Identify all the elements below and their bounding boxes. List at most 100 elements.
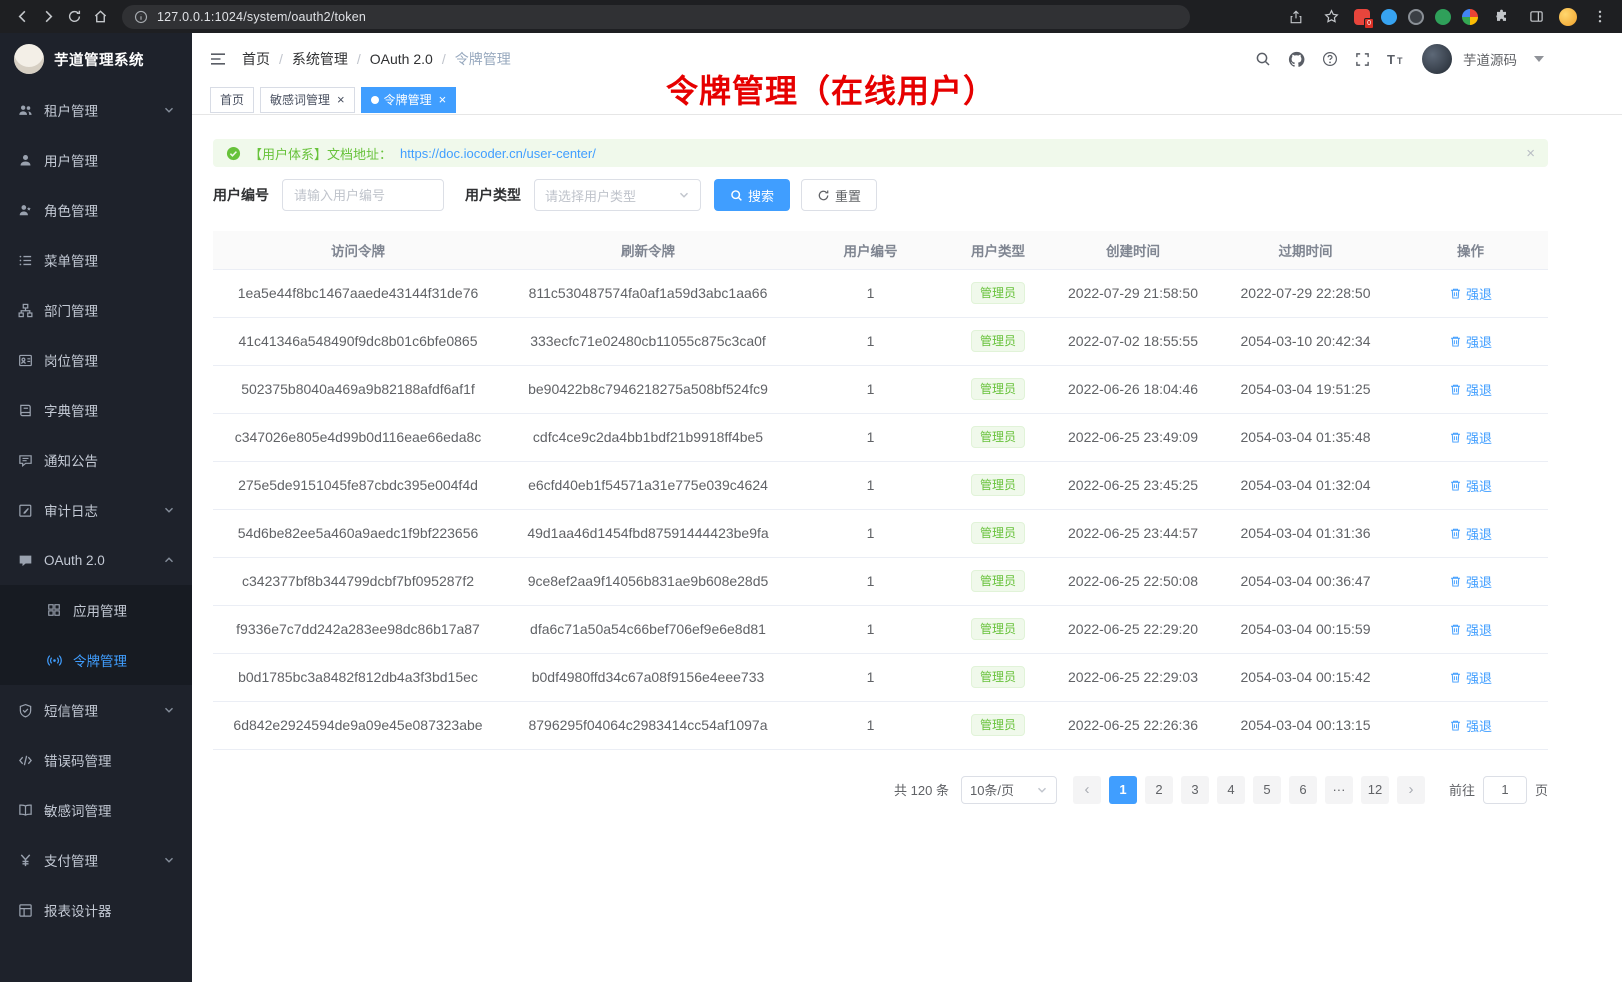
alert-close-icon[interactable]: × [1526, 145, 1535, 162]
total-count: 共 120 条 [894, 780, 949, 799]
user-type-badge: 管理员 [971, 522, 1025, 544]
next-page-button[interactable]: › [1397, 776, 1425, 804]
breadcrumb-item[interactable]: 首页 [242, 49, 270, 69]
prev-page-button[interactable]: ‹ [1073, 776, 1101, 804]
page-button-3[interactable]: 3 [1181, 776, 1209, 804]
alert-doc-link[interactable]: https://doc.iocoder.cn/user-center/ [400, 146, 596, 161]
created-time-cell: 2022-06-25 22:29:20 [1048, 605, 1218, 653]
user-type-cell: 管理员 [948, 317, 1048, 365]
force-logout-button[interactable]: 强退 [1449, 668, 1492, 687]
reset-button[interactable]: 重置 [801, 179, 877, 211]
app-frame: 芋道管理系统 租户管理用户管理角色管理菜单管理部门管理岗位管理字典管理通知公告审… [0, 33, 1622, 982]
search-button[interactable]: 搜索 [714, 179, 790, 211]
token-icon [46, 653, 62, 668]
forward-icon[interactable] [36, 5, 60, 29]
goto-label: 前往 [1449, 780, 1475, 799]
trash-icon [1449, 287, 1462, 300]
tab-close-icon[interactable]: × [337, 93, 345, 106]
tab-token[interactable]: 令牌管理× [361, 87, 457, 113]
sidebar-item-oauth2[interactable]: OAuth 2.0 [0, 535, 192, 585]
sidebar-item-oauth2-token[interactable]: 令牌管理 [0, 635, 192, 685]
user-avatar[interactable] [1422, 44, 1452, 74]
sidebar-item-dict[interactable]: 字典管理 [0, 385, 192, 435]
expire-time-cell: 2054-03-04 00:15:59 [1218, 605, 1393, 653]
user-id-input[interactable] [282, 179, 444, 211]
user-type-badge: 管理员 [971, 714, 1025, 736]
page-button-6[interactable]: 6 [1289, 776, 1317, 804]
side-panel-icon[interactable] [1524, 5, 1548, 29]
user-id-cell: 1 [793, 317, 948, 365]
sidebar-item-menu[interactable]: 菜单管理 [0, 235, 192, 285]
force-logout-button[interactable]: 强退 [1449, 716, 1492, 735]
extension-blue-icon[interactable] [1381, 9, 1397, 25]
force-logout-button[interactable]: 强退 [1449, 524, 1492, 543]
sidebar-item-audit-log[interactable]: 审计日志 [0, 485, 192, 535]
page-button-5[interactable]: 5 [1253, 776, 1281, 804]
tab-close-icon[interactable]: × [439, 93, 447, 106]
force-logout-button[interactable]: 强退 [1449, 476, 1492, 495]
help-icon[interactable] [1322, 51, 1338, 67]
chevron-down-icon[interactable] [1534, 56, 1544, 62]
page-size-select[interactable]: 10条/页 [961, 776, 1057, 804]
sidebar-item-tenant[interactable]: 租户管理 [0, 85, 192, 135]
home-icon[interactable] [88, 5, 112, 29]
page-button-12[interactable]: 12 [1361, 776, 1389, 804]
share-icon[interactable] [1284, 5, 1308, 29]
sidebar-item-oauth2-app[interactable]: 应用管理 [0, 585, 192, 635]
sidebar-item-post[interactable]: 岗位管理 [0, 335, 192, 385]
search-icon[interactable] [1255, 51, 1271, 67]
tab-sensitive-word[interactable]: 敏感词管理× [260, 87, 355, 113]
sidebar-item-pay[interactable]: 支付管理 [0, 835, 192, 885]
back-icon[interactable] [10, 5, 34, 29]
bookmark-star-icon[interactable] [1319, 5, 1343, 29]
access-token-cell: 275e5de9151045fe87cbdc395e004f4d [213, 461, 503, 509]
browser-menu-icon[interactable] [1588, 5, 1612, 29]
refresh-token-cell: b0df4980ffd34c67a08f9156e4eee733 [503, 653, 793, 701]
user-id-cell: 1 [793, 269, 948, 317]
sidebar-item-report-designer[interactable]: 报表设计器 [0, 885, 192, 935]
tab-home[interactable]: 首页 [210, 87, 254, 113]
goto-page-input[interactable] [1483, 776, 1527, 804]
reload-icon[interactable] [62, 5, 86, 29]
expire-time-cell: 2054-03-04 01:31:36 [1218, 509, 1393, 557]
breadcrumb-item[interactable]: 系统管理 [292, 49, 348, 69]
sidebar-item-sms[interactable]: 短信管理 [0, 685, 192, 735]
extension-dark-icon[interactable] [1408, 9, 1424, 25]
fullscreen-icon[interactable] [1355, 52, 1370, 67]
more-pages-button[interactable]: ··· [1325, 776, 1353, 804]
oauth-icon [17, 553, 33, 568]
trash-icon [1449, 527, 1462, 540]
force-logout-button[interactable]: 强退 [1449, 380, 1492, 399]
user-type-select[interactable]: 请选择用户类型 [534, 179, 701, 211]
info-icon[interactable] [133, 9, 149, 25]
extensions-puzzle-icon[interactable] [1489, 5, 1513, 29]
force-logout-button[interactable]: 强退 [1449, 428, 1492, 447]
sidebar-item-notice[interactable]: 通知公告 [0, 435, 192, 485]
collapse-menu-icon[interactable] [209, 51, 227, 67]
font-size-icon[interactable]: TT [1387, 51, 1405, 67]
sidebar-item-user[interactable]: 用户管理 [0, 135, 192, 185]
extension-colorful-icon[interactable] [1462, 9, 1478, 25]
force-logout-button[interactable]: 强退 [1449, 332, 1492, 351]
column-header: 操作 [1393, 231, 1548, 269]
force-logout-button[interactable]: 强退 [1449, 284, 1492, 303]
extension-green-icon[interactable] [1435, 9, 1451, 25]
sidebar-item-role[interactable]: 角色管理 [0, 185, 192, 235]
sidebar-item-dept[interactable]: 部门管理 [0, 285, 192, 335]
table-row: 6d842e2924594de9a09e45e087323abe8796295f… [213, 701, 1548, 749]
page-button-4[interactable]: 4 [1217, 776, 1245, 804]
force-logout-button[interactable]: 强退 [1449, 572, 1492, 591]
user-name[interactable]: 芋道源码 [1463, 49, 1517, 69]
page-button-1[interactable]: 1 [1109, 776, 1137, 804]
address-bar[interactable]: 127.0.0.1:1024/system/oauth2/token [122, 5, 1190, 29]
page-button-2[interactable]: 2 [1145, 776, 1173, 804]
github-icon[interactable] [1288, 51, 1305, 68]
app-logo[interactable]: 芋道管理系统 [0, 33, 192, 85]
sidebar-item-error-code[interactable]: 错误码管理 [0, 735, 192, 785]
browser-profile-avatar[interactable] [1559, 8, 1577, 26]
force-logout-button[interactable]: 强退 [1449, 620, 1492, 639]
sidebar-item-sensitive-word[interactable]: 敏感词管理 [0, 785, 192, 835]
breadcrumb-item[interactable]: OAuth 2.0 [370, 51, 433, 67]
extension-red-icon[interactable]: 0 [1354, 9, 1370, 25]
sidebar-item-label: 支付管理 [44, 850, 98, 870]
